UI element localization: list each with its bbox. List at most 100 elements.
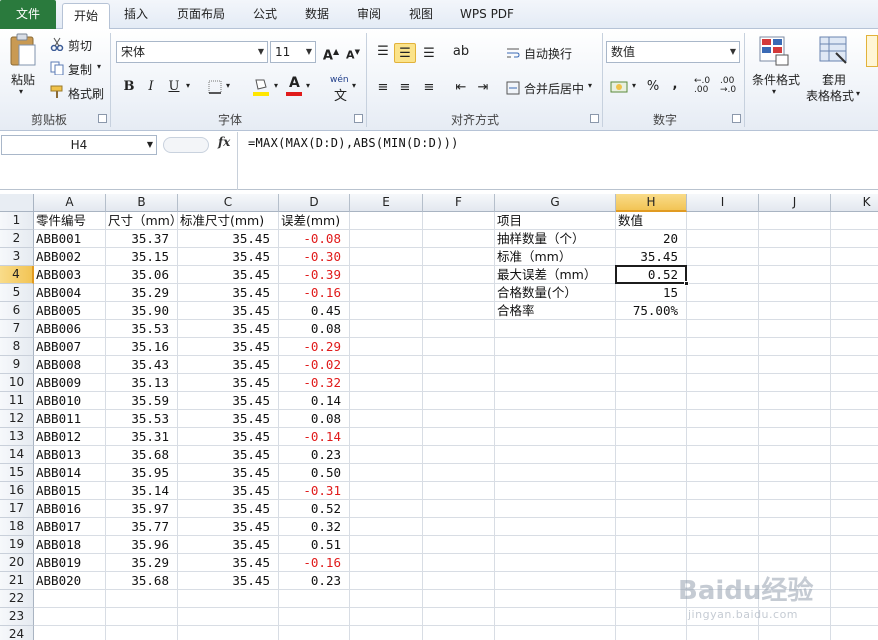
cell-part-id[interactable]: ABB002 (34, 248, 106, 266)
font-color-icon[interactable]: A (285, 75, 303, 97)
tab-review[interactable]: 审阅 (350, 0, 388, 29)
align-middle-icon[interactable]: ☰ (394, 43, 416, 63)
cell-size[interactable]: 35.95 (106, 464, 178, 482)
paste-dropdown-icon[interactable]: ▾ (19, 87, 23, 96)
select-all-corner[interactable] (0, 194, 34, 212)
cell-part-id[interactable]: ABB003 (34, 266, 106, 284)
cell-size[interactable]: 35.59 (106, 392, 178, 410)
cell-part-id[interactable]: ABB010 (34, 392, 106, 410)
cell-part-id[interactable]: ABB004 (34, 284, 106, 302)
table-format-icon[interactable] (818, 35, 850, 67)
cell-standard-size[interactable]: 35.45 (178, 248, 279, 266)
cell-standard-size[interactable]: 35.45 (178, 374, 279, 392)
number-format-combo[interactable]: 数值 ▼ (606, 41, 740, 63)
phonetic-button[interactable]: wén (330, 75, 349, 85)
column-header-a[interactable]: A (34, 194, 106, 212)
tab-formulas[interactable]: 公式 (246, 0, 284, 29)
row-header-20[interactable]: 20 (0, 554, 34, 572)
fill-color-dropdown-icon[interactable]: ▾ (274, 81, 278, 90)
cell-summary-label[interactable]: 标准（mm） (495, 248, 616, 266)
tab-home[interactable]: 开始 (62, 3, 110, 30)
cell-size[interactable]: 35.13 (106, 374, 178, 392)
align-center-icon[interactable]: ≡ (394, 78, 416, 98)
column-header-d[interactable]: D (279, 194, 350, 212)
align-bottom-icon[interactable]: ☰ (418, 44, 440, 64)
cell-error[interactable]: 0.51 (279, 536, 350, 554)
decrease-indent-icon[interactable]: ⇤ (450, 78, 472, 98)
underline-dropdown-icon[interactable]: ▾ (186, 81, 190, 90)
cell-error[interactable]: 0.14 (279, 392, 350, 410)
align-top-icon[interactable]: ☰ (372, 42, 394, 62)
cell-standard-size[interactable]: 35.45 (178, 572, 279, 590)
row-header-11[interactable]: 11 (0, 392, 34, 410)
cell-error[interactable]: -0.16 (279, 284, 350, 302)
cell-g1-header[interactable]: 项目 (495, 212, 616, 230)
row-header-1[interactable]: 1 (0, 212, 34, 230)
cell-part-id[interactable]: ABB016 (34, 500, 106, 518)
increase-indent-icon[interactable]: ⇥ (472, 78, 494, 98)
cell-c1-header[interactable]: 标准尺寸(mm) (178, 212, 279, 230)
cell-part-id[interactable]: ABB005 (34, 302, 106, 320)
cell-standard-size[interactable]: 35.45 (178, 518, 279, 536)
cell-error[interactable]: 0.08 (279, 410, 350, 428)
column-header-k[interactable]: K (831, 194, 878, 212)
font-name-combo[interactable]: 宋体 ▼ (116, 41, 268, 63)
cell-error[interactable]: -0.39 (279, 266, 350, 284)
cell-standard-size[interactable]: 35.45 (178, 446, 279, 464)
row-header-23[interactable]: 23 (0, 608, 34, 626)
cell-d1-header[interactable]: 误差(mm) (279, 212, 350, 230)
cell-size[interactable]: 35.90 (106, 302, 178, 320)
cell-size[interactable]: 35.16 (106, 338, 178, 356)
row-header-13[interactable]: 13 (0, 428, 34, 446)
align-left-icon[interactable]: ≡ (372, 78, 394, 98)
cell-standard-size[interactable]: 35.45 (178, 428, 279, 446)
cell-size[interactable]: 35.53 (106, 410, 178, 428)
cell-error[interactable]: -0.14 (279, 428, 350, 446)
fill-handle[interactable] (684, 281, 689, 286)
cell-part-id[interactable]: ABB007 (34, 338, 106, 356)
tab-file[interactable]: 文件 (0, 0, 56, 29)
formula-bar-expander[interactable] (163, 137, 209, 153)
row-header-18[interactable]: 18 (0, 518, 34, 536)
conditional-format-icon[interactable] (758, 35, 790, 67)
copy-button[interactable]: 复制 (68, 61, 92, 78)
shrink-font-button[interactable]: A▼ (342, 42, 364, 62)
cell-part-id[interactable]: ABB014 (34, 464, 106, 482)
paste-icon[interactable] (8, 33, 38, 67)
border-dropdown-icon[interactable]: ▾ (226, 81, 230, 90)
font-size-combo[interactable]: 11 ▼ (270, 41, 316, 63)
cell-size[interactable]: 35.06 (106, 266, 178, 284)
cell-size[interactable]: 35.15 (106, 248, 178, 266)
align-right-icon[interactable]: ≡ (418, 78, 440, 98)
format-painter-button[interactable]: 格式刷 (68, 85, 104, 102)
formula-input[interactable]: =MAX(MAX(D:D),ABS(MIN(D:D))) (248, 136, 459, 150)
row-header-15[interactable]: 15 (0, 464, 34, 482)
cell-standard-size[interactable]: 35.45 (178, 554, 279, 572)
column-header-b[interactable]: B (106, 194, 178, 212)
row-header-8[interactable]: 8 (0, 338, 34, 356)
cell-summary-value[interactable]: 35.45 (616, 248, 687, 266)
row-header-19[interactable]: 19 (0, 536, 34, 554)
column-header-f[interactable]: F (423, 194, 495, 212)
row-header-6[interactable]: 6 (0, 302, 34, 320)
cell-h1-header[interactable]: 数值 (616, 212, 687, 230)
cell-standard-size[interactable]: 35.45 (178, 320, 279, 338)
cell-error[interactable]: 0.08 (279, 320, 350, 338)
cell-size[interactable]: 35.96 (106, 536, 178, 554)
cell-standard-size[interactable]: 35.45 (178, 392, 279, 410)
row-header-4[interactable]: 4 (0, 266, 34, 284)
tab-insert[interactable]: 插入 (116, 0, 156, 29)
cell-summary-value[interactable]: 20 (616, 230, 687, 248)
row-header-16[interactable]: 16 (0, 482, 34, 500)
cell-error[interactable]: 0.50 (279, 464, 350, 482)
cell-summary-value[interactable]: 15 (616, 284, 687, 302)
row-header-22[interactable]: 22 (0, 590, 34, 608)
cell-part-id[interactable]: ABB012 (34, 428, 106, 446)
cell-standard-size[interactable]: 35.45 (178, 464, 279, 482)
cell-b1-header[interactable]: 尺寸（mm） (106, 212, 182, 230)
cell-standard-size[interactable]: 35.45 (178, 482, 279, 500)
cell-standard-size[interactable]: 35.45 (178, 338, 279, 356)
font-launcher-icon[interactable] (354, 114, 363, 123)
column-header-g[interactable]: G (495, 194, 616, 212)
name-box[interactable]: H4 ▼ (1, 135, 157, 155)
